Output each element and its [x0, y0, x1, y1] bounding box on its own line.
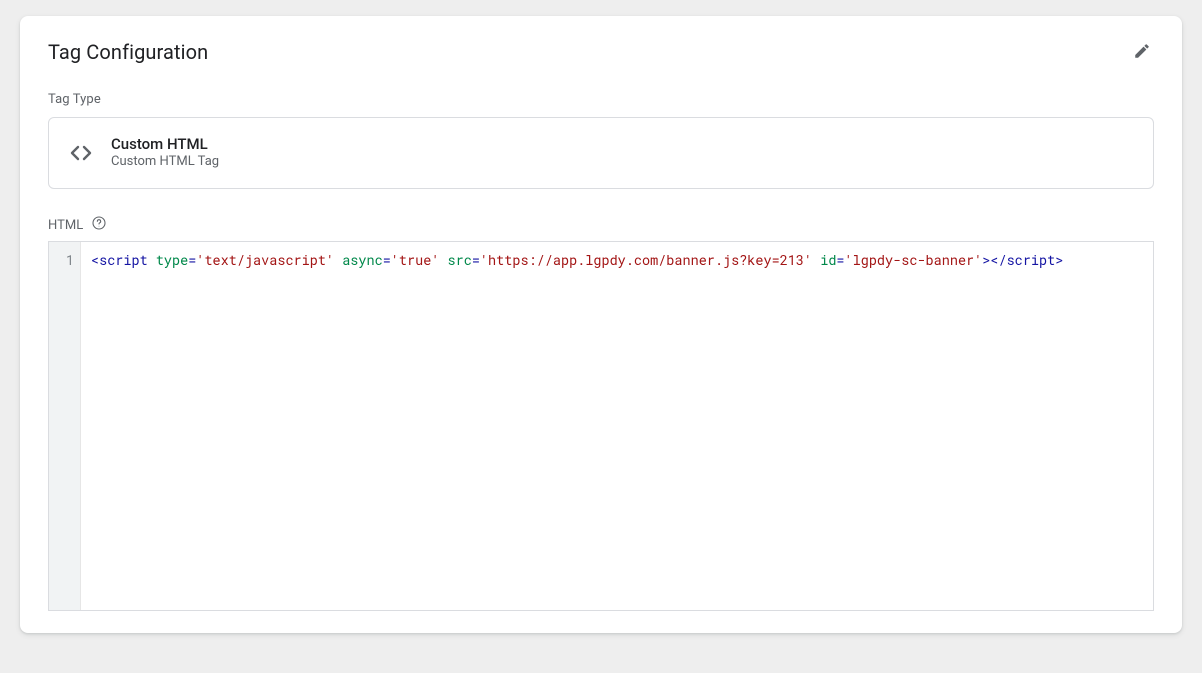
code-token: type	[156, 251, 188, 269]
code-token: =	[836, 251, 844, 269]
code-token: 'true'	[391, 251, 440, 269]
code-token: id	[820, 251, 836, 269]
tag-type-name: Custom HTML	[111, 135, 219, 155]
code-gutter: 1	[49, 242, 81, 610]
code-token: async	[342, 251, 383, 269]
code-token	[334, 251, 342, 269]
edit-button[interactable]	[1128, 38, 1156, 66]
card-title: Tag Configuration	[48, 40, 1154, 64]
tag-configuration-card: Tag Configuration Tag Type Custom HTML C…	[20, 16, 1182, 633]
tag-type-selector[interactable]: Custom HTML Custom HTML Tag	[48, 117, 1154, 189]
pencil-icon	[1133, 42, 1151, 63]
code-token: script	[1007, 251, 1056, 269]
help-icon[interactable]	[91, 215, 107, 235]
code-token: =	[472, 251, 480, 269]
code-token	[439, 251, 447, 269]
code-token: <	[91, 251, 99, 269]
code-token	[148, 251, 156, 269]
code-content[interactable]: <script type='text/javascript' async='tr…	[81, 242, 1153, 610]
code-token: >	[1055, 251, 1063, 269]
html-code-editor[interactable]: 1 <script type='text/javascript' async='…	[48, 241, 1154, 611]
code-token: 'lgpdy-sc-banner'	[845, 251, 983, 269]
code-token: script	[99, 251, 148, 269]
tag-type-description: Custom HTML Tag	[111, 154, 219, 171]
tag-type-label: Tag Type	[48, 92, 1154, 107]
code-token: </	[990, 251, 1006, 269]
html-field-label: HTML	[48, 218, 83, 233]
code-token: 'text/javascript'	[196, 251, 334, 269]
code-token: 'https://app.lgpdy.com/banner.js?key=213…	[480, 251, 812, 269]
line-number: 1	[49, 250, 74, 270]
code-token: =	[383, 251, 391, 269]
code-brackets-icon	[69, 141, 111, 165]
code-token: src	[448, 251, 472, 269]
code-token	[812, 251, 820, 269]
